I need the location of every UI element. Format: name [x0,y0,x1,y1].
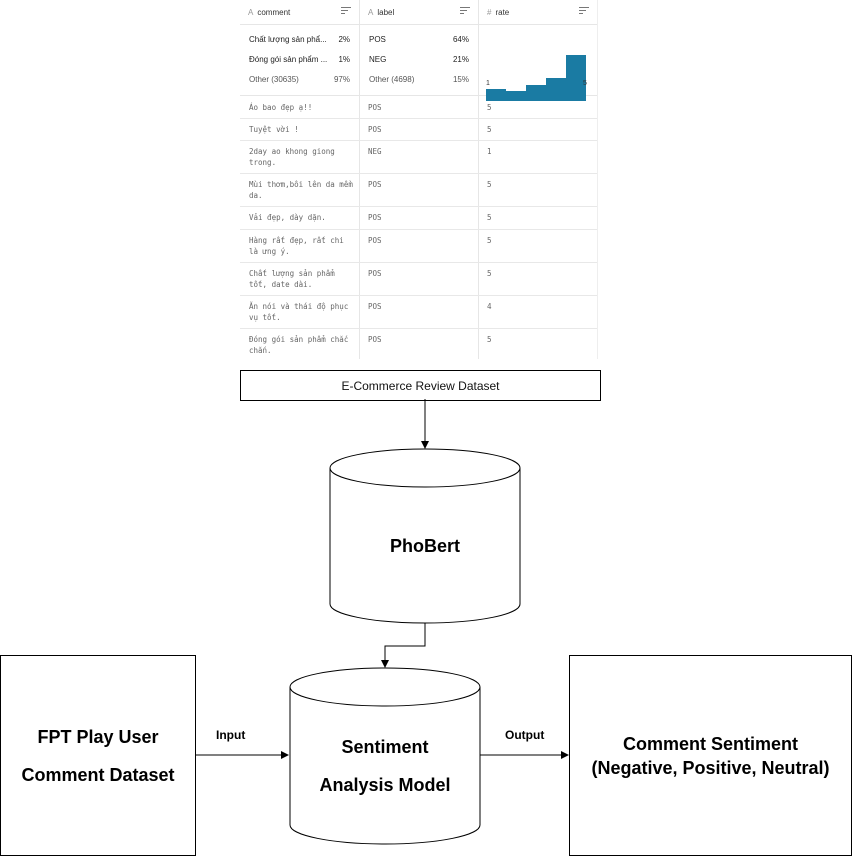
output-line2: (Negative, Positive, Neutral) [591,757,830,778]
comment-sentiment-box: Comment Sentiment (Negative, Positive, N… [569,655,852,856]
model-label-line1: Sentiment [341,737,429,757]
input-dataset-line2: Comment Dataset [21,764,175,785]
input-dataset-line1: FPT Play User [37,726,159,747]
model-label-line2: Analysis Model [319,775,451,795]
input-label: Input [216,728,246,742]
phobert-label: PhoBert [389,536,460,556]
fpt-play-dataset-box: FPT Play User Comment Dataset [0,655,196,856]
output-label: Output [505,728,545,742]
arrow-phobert-to-model [381,623,426,668]
output-line1: Comment Sentiment [622,733,799,754]
